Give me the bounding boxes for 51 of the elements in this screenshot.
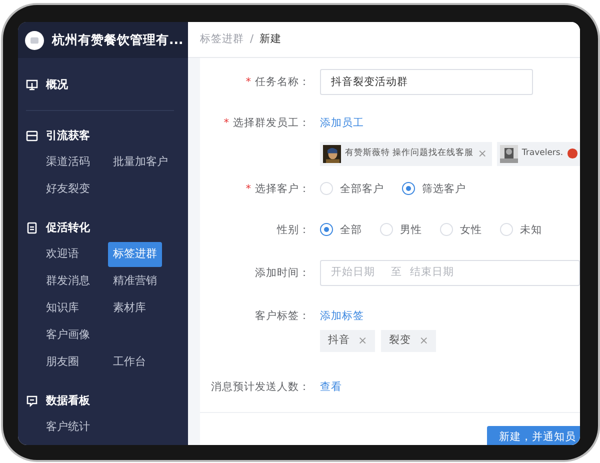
breadcrumb-separator: / <box>250 32 254 47</box>
text-input[interactable]: 抖音裂变活动群 <box>320 69 533 95</box>
clipboard-icon <box>26 222 38 234</box>
radio-label: 女性 <box>460 222 482 238</box>
chat-icon <box>26 395 38 407</box>
logo-icon <box>25 30 44 50</box>
add-link[interactable]: 添加标签 <box>320 308 364 324</box>
field-label: * 任务名称： <box>244 75 311 90</box>
section-title: 引流获客 <box>46 128 90 144</box>
sidebar-item[interactable]: 知识库 <box>41 296 108 321</box>
sidebar-item[interactable]: 欢迎语 <box>41 242 108 267</box>
sidebar-item[interactable]: 群发消息 <box>41 269 108 294</box>
field-label: * 选择客户： <box>244 182 311 197</box>
radio-button[interactable] <box>402 182 415 196</box>
sidebar-item[interactable]: 精准营销 <box>108 269 175 294</box>
sidebar-item[interactable]: 工作台 <box>108 350 175 375</box>
radio-label: 筛选客户 <box>422 182 466 197</box>
sidebar-item[interactable]: 批量加客户 <box>108 150 175 175</box>
sidebar-item[interactable]: 素材库 <box>108 296 175 321</box>
add-link[interactable]: 添加员工 <box>320 115 364 131</box>
sidebar-item[interactable]: 渠道活码 <box>41 150 108 175</box>
chip-text: 有赞斯薇特 操作问题找在线客服 <box>345 147 474 160</box>
radio-label: 男性 <box>400 222 422 238</box>
field-label: 客户标签： <box>254 308 311 324</box>
section-title: 促活转化 <box>46 220 90 236</box>
field-label: 消息预计发送人数： <box>210 380 311 394</box>
sidebar-item[interactable]: 好友裂变 <box>41 177 108 202</box>
radio-label: 未知 <box>520 222 542 238</box>
sidebar-item[interactable]: 客户统计 <box>41 415 108 440</box>
submit-button[interactable]: 新建，并通知员 <box>487 426 580 445</box>
breadcrumb-item: 新建 <box>260 32 282 47</box>
field-label: 性别： <box>276 222 311 238</box>
field-label: * 选择群发员工： <box>222 116 311 131</box>
monitor-icon <box>26 79 38 91</box>
chip-text: Travelers. <box>522 147 564 160</box>
emoji-icon <box>567 148 578 160</box>
tray-icon <box>26 130 38 142</box>
tag-text: 裂变 <box>389 332 412 348</box>
range-separator: 至 <box>391 264 402 280</box>
view-link[interactable]: 查看 <box>320 378 342 394</box>
app-title: 杭州有赞餐饮管理有... <box>52 30 184 49</box>
sidebar-item[interactable]: 客户画像 <box>41 323 108 348</box>
radio-button[interactable] <box>320 223 333 236</box>
field-label: 添加时间： <box>254 266 311 281</box>
sidebar-item[interactable]: 朋友圈 <box>41 350 108 375</box>
radio-label: 全部客户 <box>340 182 384 197</box>
tag-text: 抖音 <box>328 332 350 348</box>
section-title: 概况 <box>46 76 68 93</box>
radio-label: 全部 <box>340 222 362 238</box>
section-title: 数据看板 <box>46 392 90 409</box>
sidebar-item[interactable]: 标签进群 <box>108 242 162 267</box>
